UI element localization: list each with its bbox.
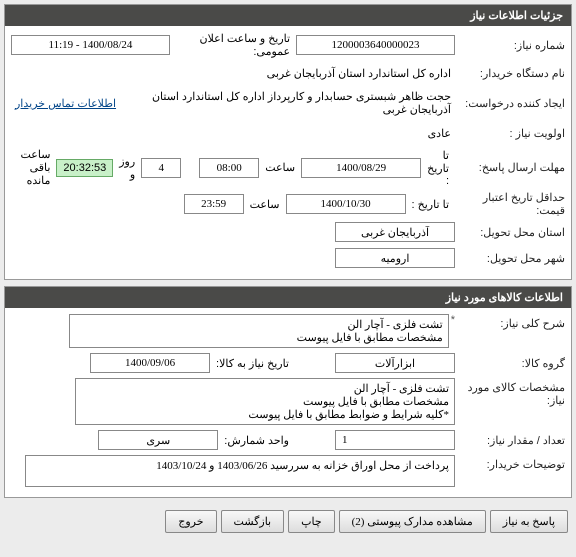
general-desc-box[interactable]: تشت فلزی - آچار الن مشخصات مطابق با فایل…	[69, 314, 449, 348]
price-validity-time-field[interactable]	[184, 194, 244, 214]
price-validity-time-label: ساعت	[244, 198, 286, 211]
price-validity-date-field[interactable]	[286, 194, 406, 214]
respond-button[interactable]: پاسخ به نیاز	[490, 510, 568, 533]
deadline-date-field[interactable]	[301, 158, 421, 178]
back-button[interactable]: بازگشت	[221, 510, 285, 533]
unit-field[interactable]	[98, 430, 218, 450]
need-date-field[interactable]	[90, 353, 210, 373]
goods-info-header: اطلاعات کالاهای مورد نیاز	[5, 287, 571, 308]
buyer-notes-label: توضیحات خریدار:	[455, 455, 565, 471]
need-info-header: جزئیات اطلاعات نیاز	[5, 5, 571, 26]
qty-label: تعداد / مقدار نیاز:	[455, 434, 565, 447]
asterisk-icon: *	[451, 314, 455, 326]
price-validity-to-label: تا تاریخ :	[406, 198, 455, 211]
deadline-time-label: ساعت	[259, 161, 301, 174]
public-announce-field[interactable]	[11, 35, 170, 55]
need-info-body: شماره نیاز: تاریخ و ساعت اعلان عمومی: نا…	[5, 26, 571, 279]
remaining-text: ساعت باقی مانده	[11, 148, 56, 187]
attachments-count-badge: (2)	[352, 516, 365, 528]
general-desc-label: شرح کلی نیاز:	[455, 314, 565, 330]
group-field[interactable]	[335, 353, 455, 373]
deadline-time-field[interactable]	[199, 158, 259, 178]
days-text: روز و	[113, 155, 141, 181]
attachments-button[interactable]: مشاهده مدارک پیوستی (2)	[339, 510, 486, 533]
spec-label: مشخصات کالای مورد نیاز:	[455, 378, 565, 407]
spec-box[interactable]: تشت فلزی - آچار الن مشخصات مطابق با فایل…	[75, 378, 455, 425]
need-info-panel: جزئیات اطلاعات نیاز شماره نیاز: تاریخ و …	[4, 4, 572, 280]
buyer-label: نام دستگاه خریدار:	[455, 67, 565, 80]
goods-info-body: شرح کلی نیاز: * تشت فلزی - آچار الن مشخص…	[5, 308, 571, 497]
need-number-field[interactable]	[296, 35, 455, 55]
group-label: گروه کالا:	[455, 357, 565, 370]
delivery-city-field[interactable]	[335, 248, 455, 268]
deadline-label: مهلت ارسال پاسخ:	[455, 161, 565, 174]
creator-label: ایجاد کننده درخواست:	[455, 97, 565, 110]
buyer-notes-box[interactable]: پرداخت از محل اوراق خزانه به سررسید 1403…	[25, 455, 455, 487]
buyer-contact-link[interactable]: اطلاعات تماس خریدار	[11, 97, 120, 110]
goods-info-panel: اطلاعات کالاهای مورد نیاز شرح کلی نیاز: …	[4, 286, 572, 498]
public-announce-label: تاریخ و ساعت اعلان عمومی:	[170, 32, 296, 58]
countdown-timer: 20:32:53	[56, 159, 113, 177]
delivery-province-label: استان محل تحویل:	[455, 226, 565, 239]
creator-value: حجت ظاهر شبستری حسابدار و کارپرداز اداره…	[120, 88, 455, 118]
deadline-to-label: تا تاریخ :	[421, 149, 455, 187]
qty-field[interactable]	[335, 430, 455, 450]
exit-button[interactable]: خروج	[165, 510, 216, 533]
footer-toolbar: پاسخ به نیاز مشاهده مدارک پیوستی (2) چاپ…	[4, 504, 572, 539]
print-button[interactable]: چاپ	[288, 510, 335, 533]
unit-label: واحد شمارش:	[218, 434, 295, 447]
priority-value: عادی	[424, 125, 455, 142]
days-remaining-field[interactable]	[141, 158, 181, 178]
buyer-value: اداره کل استاندارد استان آذربایجان غربی	[263, 65, 455, 82]
need-date-label: تاریخ نیاز به کالا:	[210, 357, 295, 370]
delivery-city-label: شهر محل تحویل:	[455, 252, 565, 265]
need-number-label: شماره نیاز:	[455, 39, 565, 52]
price-validity-label: حداقل تاریخ اعتبار قیمت:	[455, 191, 565, 217]
delivery-province-field[interactable]	[335, 222, 455, 242]
attachments-button-label: مشاهده مدارک پیوستی	[367, 516, 473, 528]
priority-label: اولویت نیاز :	[455, 127, 565, 140]
